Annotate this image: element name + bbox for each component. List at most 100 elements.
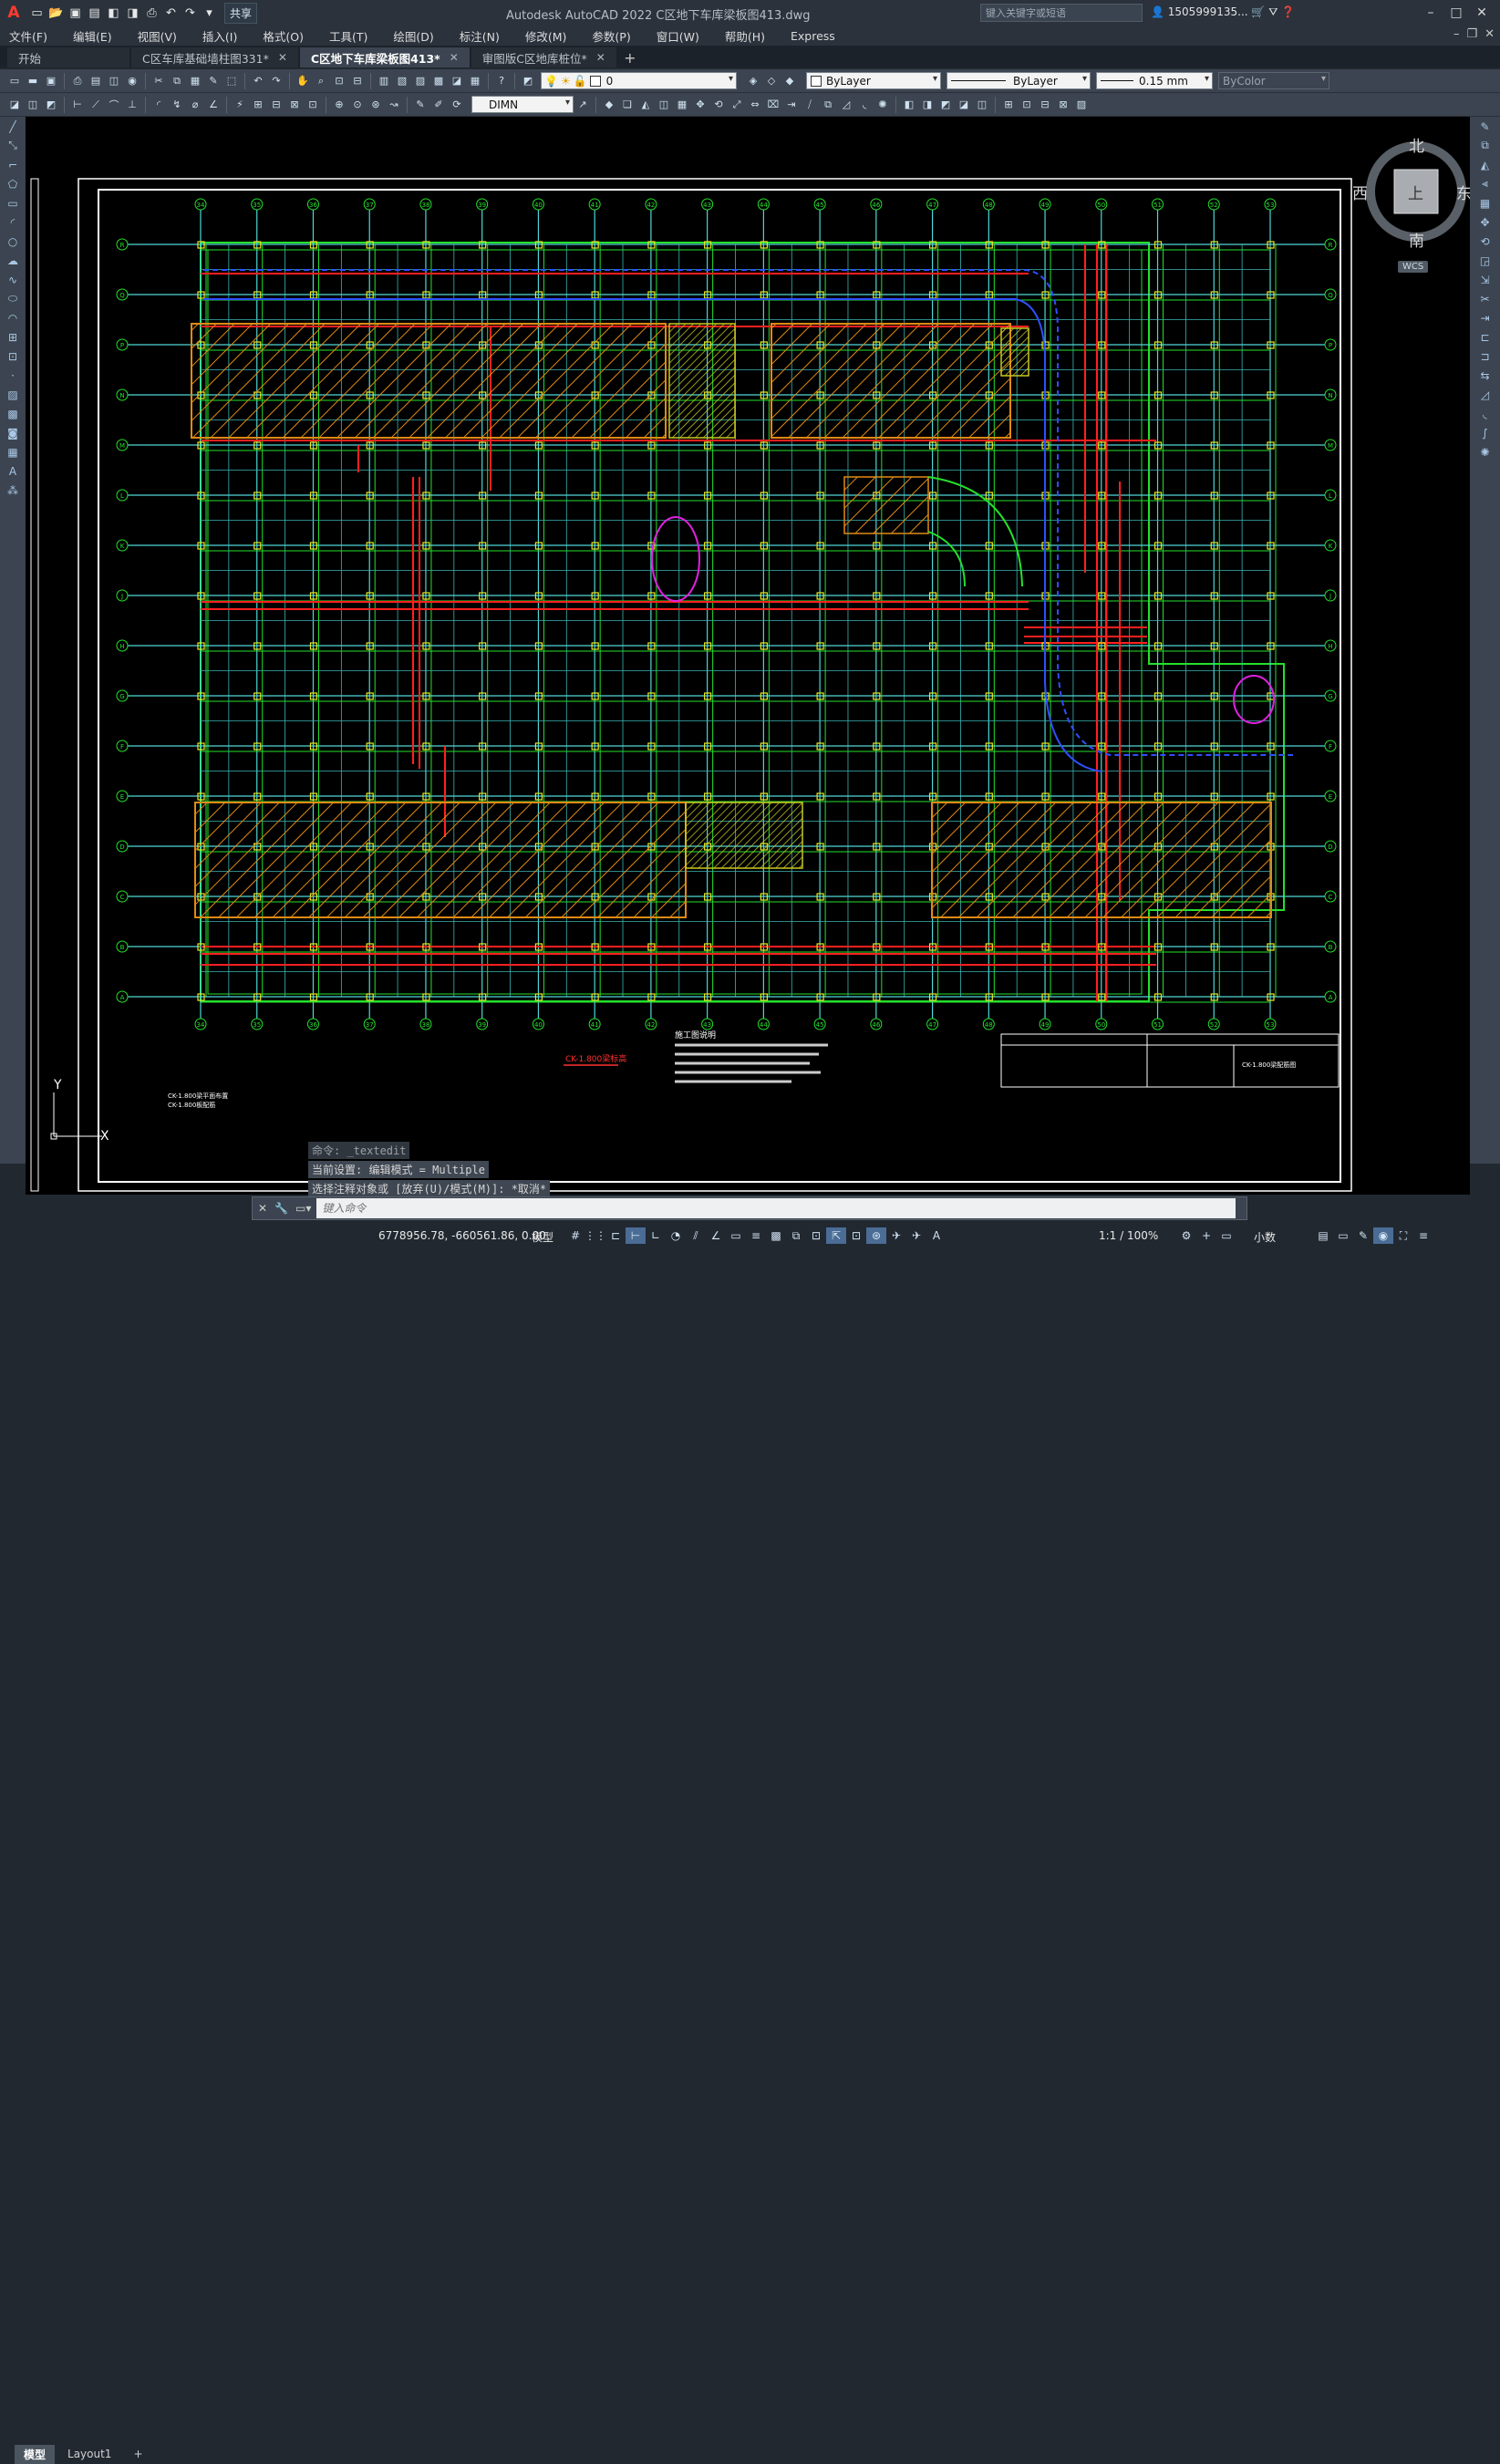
chamfer-icon[interactable]: ◿ <box>1470 385 1500 404</box>
add-layout-button[interactable]: + <box>124 2446 151 2462</box>
menu-insert[interactable]: 插入(I) <box>202 27 237 45</box>
ordinate-dim-icon[interactable]: ⊥ <box>125 98 140 112</box>
pan-icon[interactable]: ✋ <box>295 74 310 88</box>
break-point-icon[interactable]: ⊏ <box>1470 327 1500 347</box>
add-selected-icon[interactable]: ⁂ <box>0 481 26 500</box>
undo-icon[interactable]: ↶ <box>163 5 179 21</box>
dimstyle-manager-icon[interactable]: ↗ <box>575 98 590 112</box>
break-icon[interactable]: ⊐ <box>1470 347 1500 366</box>
scale-icon[interactable]: ◲ <box>1470 251 1500 270</box>
stretch-icon[interactable]: ⇔ <box>748 98 762 112</box>
fillet-icon[interactable]: ◟ <box>857 98 872 112</box>
block-editor-icon[interactable]: ⬚ <box>224 74 239 88</box>
ellipse-icon[interactable]: ⬭ <box>0 289 26 308</box>
quick-properties-icon[interactable]: ▤ <box>1313 1227 1333 1244</box>
hatch-back-icon[interactable]: ◫ <box>975 98 989 112</box>
save-icon[interactable]: ▣ <box>44 74 58 88</box>
jogged-linear-icon[interactable]: ↝ <box>387 98 401 112</box>
spline-icon[interactable]: ∿ <box>0 270 26 289</box>
menu-tools[interactable]: 工具(T) <box>329 27 367 45</box>
explode-icon[interactable]: ✺ <box>875 98 890 112</box>
image-icon[interactable]: ▨ <box>1074 98 1089 112</box>
create-block-icon[interactable]: ⊡ <box>1019 98 1034 112</box>
tab-layout1[interactable]: Layout1 <box>58 2446 120 2462</box>
help-icon[interactable]: ❓ <box>1281 5 1295 18</box>
mirror-icon[interactable]: ◭ <box>1470 155 1500 174</box>
erase-icon[interactable]: ◆ <box>602 98 616 112</box>
polyline-icon[interactable]: ⌐ <box>0 155 26 174</box>
quick-dim-icon[interactable]: ⚡ <box>233 98 247 112</box>
help-icon[interactable]: ? <box>494 74 509 88</box>
menu-view[interactable]: 视图(V) <box>138 27 177 45</box>
extend-icon[interactable]: ⇥ <box>784 98 799 112</box>
text-front-icon[interactable]: ◪ <box>957 98 971 112</box>
gizmo-icon[interactable]: ⊛ <box>866 1227 886 1244</box>
properties-icon[interactable]: ▥ <box>377 74 391 88</box>
customize-status-icon[interactable]: ≡ <box>1413 1227 1433 1244</box>
copy-icon[interactable]: ⧉ <box>170 74 184 88</box>
menu-dimension[interactable]: 标注(N) <box>460 27 500 45</box>
tool-palettes-icon[interactable]: ▨ <box>413 74 428 88</box>
attribute-icon[interactable]: ⊟ <box>1038 98 1052 112</box>
offset-icon[interactable]: ⫷ <box>1470 174 1500 193</box>
command-input[interactable] <box>316 1198 1236 1218</box>
new-tab-button[interactable]: + <box>618 47 642 67</box>
offset-icon[interactable]: ◫ <box>657 98 671 112</box>
viewcube[interactable]: 北 南 东 西 上 WCS <box>1352 137 1470 273</box>
break-icon[interactable]: ⧸ <box>802 98 817 112</box>
angular-dim-icon[interactable]: ∠ <box>206 98 221 112</box>
diameter-dim-icon[interactable]: ⌀ <box>188 98 202 112</box>
autocad-logo-icon[interactable]: A <box>0 0 27 26</box>
quickcalc-icon[interactable]: ▦ <box>468 74 482 88</box>
center-mark-icon[interactable]: ⊙ <box>350 98 365 112</box>
dim-space-icon[interactable]: ⊠ <box>287 98 302 112</box>
plot-icon[interactable]: ⎙ <box>144 5 160 21</box>
isodraft-icon[interactable]: ⫽ <box>686 1227 706 1244</box>
plot-icon[interactable]: ⎙ <box>70 74 85 88</box>
3d-print-icon[interactable]: ◉ <box>125 74 140 88</box>
wcs-menu[interactable]: WCS <box>1398 261 1429 273</box>
ortho-icon[interactable]: ∟ <box>646 1227 666 1244</box>
auto-scale-icon[interactable]: ✈ <box>906 1227 926 1244</box>
trim-icon[interactable]: ⌧ <box>766 98 781 112</box>
transparency-icon[interactable]: ▩ <box>766 1227 786 1244</box>
rotate-icon[interactable]: ⟲ <box>711 98 726 112</box>
dynamic-ucs-icon[interactable]: ⇱ <box>826 1227 846 1244</box>
tab-file-1[interactable]: C区车库基础墙柱图331* ✕ <box>131 47 298 67</box>
draworder-icon[interactable]: ◧ <box>902 98 916 112</box>
menu-modify[interactable]: 修改(M) <box>525 27 567 45</box>
layer-dropdown[interactable]: 💡 ☀ 🔓 0 ▾ <box>541 72 737 89</box>
zoom-realtime-icon[interactable]: ⌕ <box>314 74 328 88</box>
selection-cycling-icon[interactable]: ⧉ <box>786 1227 806 1244</box>
workspace-switch-icon[interactable]: ⚙ <box>1176 1227 1196 1244</box>
drawing-canvas[interactable]: 34 34 35 35 36 36 37 37 38 38 39 39 40 40 41 41 42 42 43 43… <box>26 117 1470 1195</box>
polar-icon[interactable]: ◔ <box>666 1227 686 1244</box>
share-button[interactable]: 共享 <box>224 2 258 24</box>
region-icon[interactable]: ◙ <box>0 423 26 442</box>
tab-model[interactable]: 模型 <box>15 2444 56 2464</box>
user-account[interactable]: 👤 1505999135... 🛒 ⛛ ❓ <box>1151 5 1295 19</box>
selection-filter-icon[interactable]: ⊡ <box>846 1227 866 1244</box>
menu-parametric[interactable]: 参数(P) <box>592 27 630 45</box>
tolerance-icon[interactable]: ⊕ <box>332 98 347 112</box>
doc-restore-icon[interactable]: ❐ <box>1466 27 1477 41</box>
lock-ui-icon[interactable]: ▭ <box>1333 1227 1353 1244</box>
copy-object-icon[interactable]: ❏ <box>620 98 635 112</box>
mirror-icon[interactable]: ◭ <box>638 98 653 112</box>
annotation-scale-icon[interactable]: A <box>926 1227 947 1244</box>
ellipse-arc-icon[interactable]: ◠ <box>0 308 26 327</box>
redo-icon[interactable]: ↷ <box>182 5 198 21</box>
layer-states-icon[interactable]: ◆ <box>782 74 797 88</box>
chamfer-icon[interactable]: ◿ <box>839 98 853 112</box>
arc-length-icon[interactable]: ⌒ <box>107 98 121 112</box>
graphics-performance-icon[interactable]: ◉ <box>1373 1227 1393 1244</box>
trim-icon[interactable]: ✂ <box>1470 289 1500 308</box>
open-web-icon[interactable]: ◧ <box>106 5 121 21</box>
polygon-icon[interactable]: ⬠ <box>0 174 26 193</box>
design-center-icon[interactable]: ▧ <box>395 74 409 88</box>
send-back-icon[interactable]: ◩ <box>938 98 953 112</box>
tab-close-icon[interactable]: ✕ <box>450 51 459 64</box>
menu-window[interactable]: 窗口(W) <box>657 27 699 45</box>
join-icon[interactable]: ⇆ <box>1470 366 1500 385</box>
save-web-icon[interactable]: ◨ <box>125 5 140 21</box>
